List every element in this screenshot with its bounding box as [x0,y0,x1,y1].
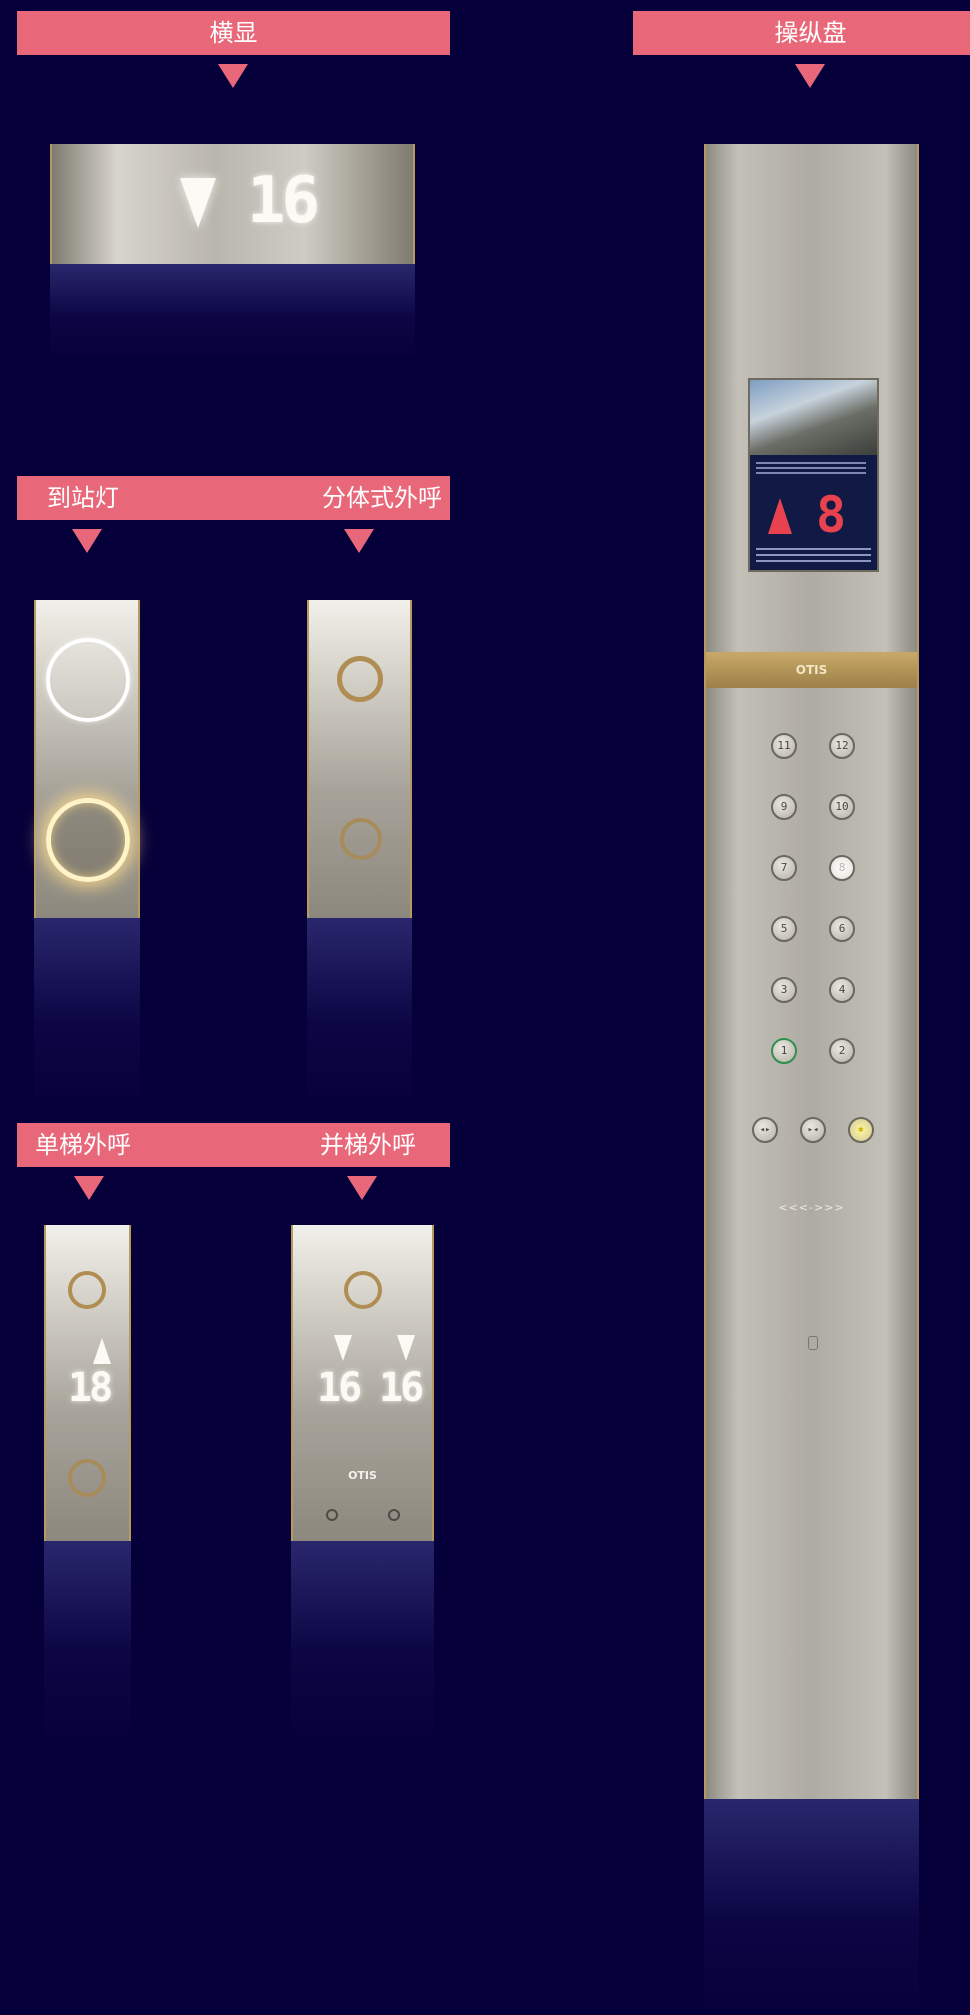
floor-button-8[interactable]: 8 [829,855,855,881]
car-indicator-dot [326,1509,338,1521]
arrival-lantern-reflection [34,918,140,1108]
floor-button-4[interactable]: 4 [829,977,855,1003]
alarm-button[interactable]: ✱ [848,1117,874,1143]
up-arrow-icon [93,1338,111,1364]
duplex-hall-call-panel: 16 16 OTIS [291,1225,434,1541]
info-lines [756,548,871,566]
pointer-triangle [344,529,374,553]
screen-floor-number: 8 [816,486,847,544]
floor-button-1[interactable]: 1 [771,1038,797,1064]
floor-number: 18 [68,1365,113,1411]
horizontal-display-panel: 16 [50,144,415,264]
pointer-triangle [74,1176,104,1200]
right-floor-number: 16 [379,1365,424,1411]
call-button[interactable] [344,1271,382,1309]
arrival-lantern-panel [34,600,140,918]
down-call-button[interactable] [340,818,382,860]
door-open-button[interactable]: ◂▸ [752,1117,778,1143]
label-control-panel: 操纵盘 [633,11,970,55]
floor-button-7[interactable]: 7 [771,855,797,881]
keyhole-icon [808,1336,818,1350]
up-call-button[interactable] [337,656,383,702]
label-hall-call-row: 单梯外呼 并梯外呼 [17,1123,450,1167]
floor-button-6[interactable]: 6 [829,916,855,942]
floor-button-2[interactable]: 2 [829,1038,855,1064]
label-lantern-row: 到站灯 分体式外呼 [17,476,450,520]
pointer-triangle [347,1176,377,1200]
brand-logo: OTIS [348,1469,377,1482]
single-hall-call-reflection [44,1541,131,1741]
signal-text: <<<->>> [778,1201,845,1214]
label-duplex-hall-call-text: 并梯外呼 [320,1131,416,1159]
single-hall-call-panel: 18 [44,1225,131,1541]
brand-logo: OTIS [795,663,828,677]
label-horizontal-display: 横显 [17,11,450,55]
label-horizontal-display-text: 横显 [209,19,258,47]
duplex-hall-call-reflection [291,1541,434,1741]
city-image [750,380,877,455]
pointer-triangle [72,529,102,553]
down-arrow-icon [180,178,216,228]
control-panel-reflection [704,1799,919,2015]
floor-number: 16 [247,164,320,238]
split-hall-call-reflection [307,918,412,1108]
down-lamp-ring [46,798,130,882]
floor-button-12[interactable]: 12 [829,733,855,759]
label-single-hall-call-text: 单梯外呼 [35,1131,131,1159]
down-arrow-icon [397,1335,415,1361]
pointer-triangle [795,64,825,88]
floor-button-11[interactable]: 11 [771,733,797,759]
horizontal-display-reflection [50,264,415,359]
control-panel: 8 OTIS 11 12 9 10 7 8 5 6 3 4 1 2 ◂▸ ▸◂ ✱ <<<->>> [704,144,919,1799]
up-arrow-icon [768,498,792,534]
floor-button-5[interactable]: 5 [771,916,797,942]
floor-button-3[interactable]: 3 [771,977,797,1003]
label-split-hall-call-text: 分体式外呼 [322,484,442,512]
down-call-button[interactable] [68,1459,106,1497]
up-call-button[interactable] [68,1271,106,1309]
pointer-triangle [218,64,248,88]
down-arrow-icon [334,1335,352,1361]
door-close-button[interactable]: ▸◂ [800,1117,826,1143]
split-hall-call-panel [307,600,412,918]
floor-button-10[interactable]: 10 [829,794,855,820]
label-arrival-lantern-text: 到站灯 [47,484,119,512]
car-indicator-dot [388,1509,400,1521]
left-floor-number: 16 [317,1365,362,1411]
brand-strip: OTIS [706,652,917,688]
label-control-panel-text: 操纵盘 [774,19,847,47]
news-lines [756,462,866,476]
floor-button-9[interactable]: 9 [771,794,797,820]
lcd-screen: 8 [748,378,879,572]
up-lamp-ring [46,638,130,722]
